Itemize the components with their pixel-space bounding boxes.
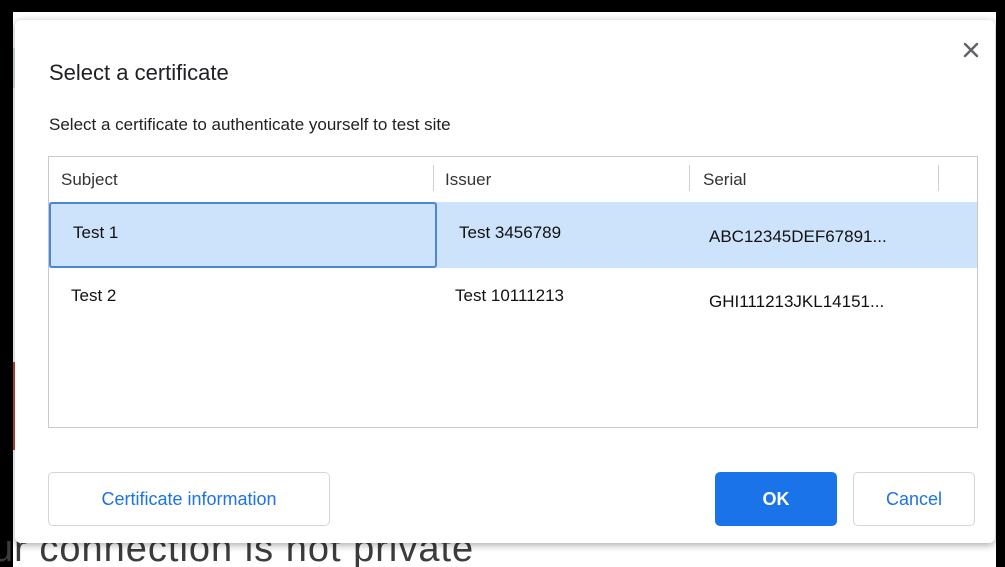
column-header-serial[interactable]: Serial xyxy=(703,157,746,199)
table-row-selected[interactable]: Test 1 Test 3456789 ABC12345DEF67891... xyxy=(49,202,977,268)
certificate-dialog: Select a certificate Select a certificat… xyxy=(15,20,995,543)
column-header-issuer[interactable]: Issuer xyxy=(445,157,491,199)
table-row[interactable]: Test 2 Test 10111213 GHI111213JKL14151..… xyxy=(49,268,977,334)
cancel-button[interactable]: Cancel xyxy=(853,472,975,526)
certificate-table: Subject Issuer Serial Test 1 Test 345678… xyxy=(48,156,978,428)
cell-issuer: Test 10111213 xyxy=(455,286,565,305)
column-header-subject[interactable]: Subject xyxy=(61,157,118,199)
ok-button[interactable]: OK xyxy=(715,472,837,526)
screenshot-frame-right xyxy=(996,0,1005,567)
cell-subject: Test 2 xyxy=(71,286,117,305)
screenshot-frame-top xyxy=(0,0,1005,12)
close-icon xyxy=(963,42,979,58)
column-divider[interactable] xyxy=(689,165,690,191)
table-header: Subject Issuer Serial xyxy=(49,157,977,199)
cell-issuer: Test 3456789 xyxy=(459,223,562,242)
cell-serial: GHI111213JKL14151... xyxy=(709,292,885,311)
dialog-title: Select a certificate xyxy=(49,60,229,85)
site-name: test site xyxy=(392,115,451,134)
cell-serial: ABC12345DEF67891... xyxy=(709,227,887,246)
dialog-subtitle: Select a certificate to authenticate you… xyxy=(49,115,451,135)
subtitle-text: Select a certificate to authenticate you… xyxy=(49,115,393,134)
column-divider[interactable] xyxy=(938,165,939,191)
certificate-information-button[interactable]: Certificate information xyxy=(48,472,330,526)
screenshot-frame-left xyxy=(0,0,13,567)
cell-subject: Test 1 xyxy=(73,223,119,242)
column-divider[interactable] xyxy=(433,165,434,191)
close-button[interactable] xyxy=(959,38,983,62)
